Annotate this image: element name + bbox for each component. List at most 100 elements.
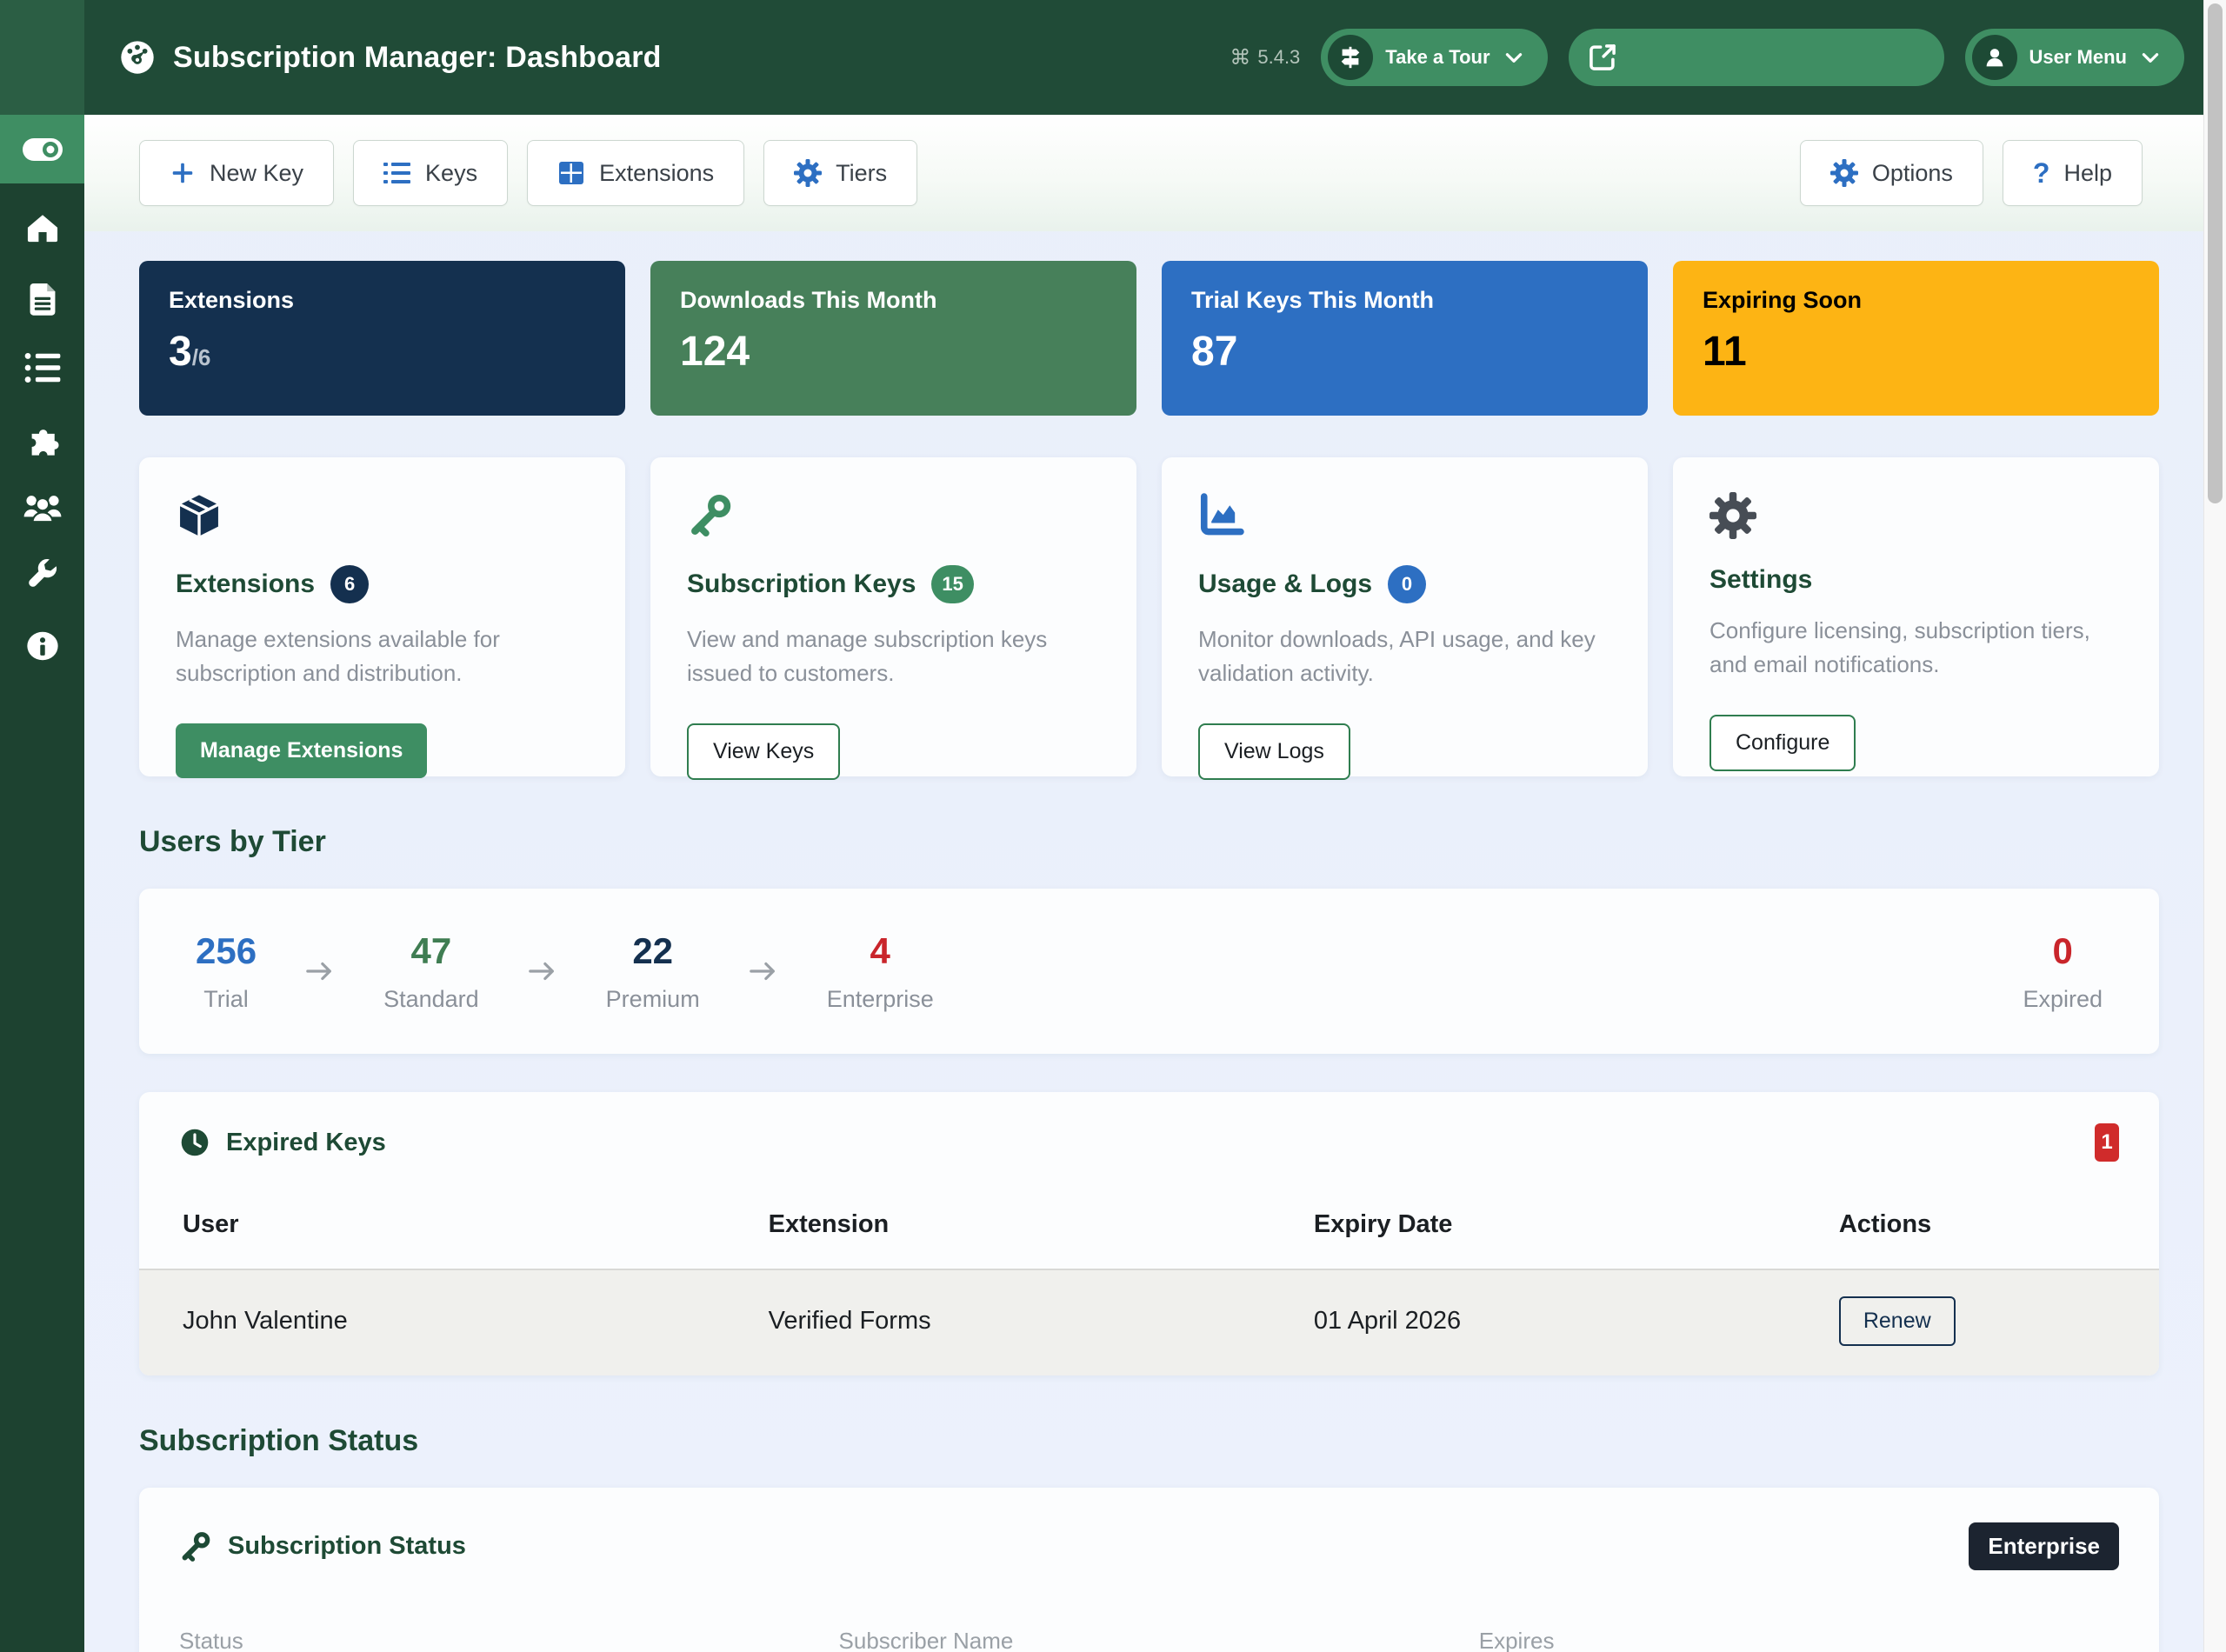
stat-card-expiring-soon[interactable]: Expiring Soon 11 xyxy=(1673,261,2159,416)
table-cells-icon xyxy=(557,160,585,186)
stat-label: Downloads This Month xyxy=(680,287,1107,314)
tier-label: Enterprise xyxy=(827,986,934,1013)
count-badge: 6 xyxy=(330,565,369,603)
tier-label: Expired xyxy=(2023,986,2103,1013)
joomla-version: ⌘ 5.4.3 xyxy=(1230,45,1300,70)
options-button[interactable]: Options xyxy=(1800,140,1983,206)
tier-trial: 256 Trial xyxy=(196,930,257,1013)
cell-expiry-date: 01 April 2026 xyxy=(1270,1269,1796,1376)
new-key-label: New Key xyxy=(210,160,303,187)
tier-label: Premium xyxy=(606,986,700,1013)
tier-premium: 22 Premium xyxy=(606,930,700,1013)
stat-value: 87 xyxy=(1191,328,1618,376)
sidebar-item-users[interactable] xyxy=(0,472,84,542)
field-status: Status Licence is Valid xyxy=(179,1628,839,1652)
cell-user: John Valentine xyxy=(139,1269,725,1376)
subscription-status-card-heading: Subscription Status xyxy=(228,1532,466,1561)
stat-label: Expiring Soon xyxy=(1703,287,2129,314)
tier-enterprise: 4 Enterprise xyxy=(827,930,934,1013)
puzzle-icon xyxy=(23,418,62,456)
cube-icon xyxy=(176,492,589,539)
wrench-icon xyxy=(24,558,61,595)
info-card-usage-logs: Usage & Logs 0 Monitor downloads, API us… xyxy=(1162,457,1648,776)
scrollbar-thumb[interactable] xyxy=(2208,3,2223,503)
options-label: Options xyxy=(1872,160,1953,187)
sidebar-item-list[interactable] xyxy=(0,333,84,403)
renew-button[interactable]: Renew xyxy=(1839,1296,1956,1346)
users-by-tier-card: 256 Trial 47 Standard 22 Premium 4 Enter… xyxy=(139,889,2159,1054)
keys-button[interactable]: Keys xyxy=(353,140,508,206)
view-logs-button[interactable]: View Logs xyxy=(1198,723,1350,780)
arrow-right-icon xyxy=(305,958,335,984)
sidebar-item-info[interactable] xyxy=(0,611,84,681)
list-icon xyxy=(383,161,411,185)
expired-keys-table: User Extension Expiry Date Actions John … xyxy=(139,1186,2159,1376)
sidebar-item-extensions[interactable] xyxy=(0,403,84,472)
stat-card-downloads[interactable]: Downloads This Month 124 xyxy=(650,261,1136,416)
sidebar-toggle-button[interactable] xyxy=(0,115,84,183)
table-row: John Valentine Verified Forms 01 April 2… xyxy=(139,1269,2159,1376)
sidebar-item-home[interactable] xyxy=(0,194,84,263)
info-card-settings: Settings Configure licensing, subscripti… xyxy=(1673,457,2159,776)
field-expires: Expires No expiry xyxy=(1479,1628,2119,1652)
users-icon xyxy=(23,490,63,524)
field-label: Status xyxy=(179,1628,839,1652)
joomla-logo-icon: ⌘ xyxy=(1230,45,1250,70)
help-button[interactable]: ? Help xyxy=(2003,140,2143,206)
extensions-button[interactable]: Extensions xyxy=(527,140,744,206)
plus-icon xyxy=(170,160,196,186)
page-title: Subscription Manager: Dashboard xyxy=(173,41,662,75)
chart-area-icon xyxy=(1198,492,1611,539)
user-icon xyxy=(1972,35,2017,80)
tier-count: 22 xyxy=(606,930,700,972)
info-card-title: Usage & Logs xyxy=(1198,570,1372,599)
field-label: Subscriber Name xyxy=(839,1628,1479,1652)
info-cards-row: Extensions 6 Manage extensions available… xyxy=(139,457,2159,776)
preview-site-button[interactable] xyxy=(1569,29,1944,86)
signpost-icon xyxy=(1328,35,1373,80)
configure-button[interactable]: Configure xyxy=(1709,715,1856,771)
home-icon xyxy=(24,210,61,247)
main-content: Extensions 3/6 Downloads This Month 124 … xyxy=(139,231,2159,1652)
clock-icon xyxy=(179,1127,210,1158)
tiers-label: Tiers xyxy=(836,160,887,187)
subscription-status-card: Subscription Status Enterprise Status Li… xyxy=(139,1488,2159,1652)
manage-extensions-button[interactable]: Manage Extensions xyxy=(176,723,427,778)
sidebar xyxy=(0,0,84,1652)
list-icon xyxy=(23,351,62,384)
scrollbar-track[interactable] xyxy=(2203,0,2226,1652)
info-card-description: View and manage subscription keys issued… xyxy=(687,623,1100,690)
cell-actions: Renew xyxy=(1796,1269,2159,1376)
arrow-right-icon xyxy=(749,958,778,984)
count-badge: 15 xyxy=(931,565,973,603)
view-keys-button[interactable]: View Keys xyxy=(687,723,840,780)
tier-label: Trial xyxy=(196,986,257,1013)
stat-card-trial-keys[interactable]: Trial Keys This Month 87 xyxy=(1162,261,1648,416)
enterprise-tier-badge: Enterprise xyxy=(1969,1522,2119,1570)
external-link-icon xyxy=(1586,41,1619,74)
toggle-on-icon xyxy=(23,137,63,163)
stat-cards-row: Extensions 3/6 Downloads This Month 124 … xyxy=(139,261,2159,416)
chevron-down-icon xyxy=(1503,46,1525,69)
sidebar-item-tools[interactable] xyxy=(0,542,84,611)
sidebar-item-documents[interactable] xyxy=(0,263,84,333)
tier-count: 4 xyxy=(827,930,934,972)
file-icon xyxy=(26,280,59,316)
info-card-title: Subscription Keys xyxy=(687,570,916,599)
expired-count-badge: 1 xyxy=(2095,1123,2119,1162)
version-number: 5.4.3 xyxy=(1257,46,1300,69)
stat-value: 3 xyxy=(169,329,192,375)
users-by-tier-heading: Users by Tier xyxy=(139,825,2159,859)
take-a-tour-button[interactable]: Take a Tour xyxy=(1321,29,1547,86)
expired-keys-heading: Expired Keys xyxy=(226,1129,386,1157)
column-header-user[interactable]: User xyxy=(139,1186,725,1269)
new-key-button[interactable]: New Key xyxy=(139,140,334,206)
sidebar-nav xyxy=(0,183,84,681)
user-menu-button[interactable]: User Menu xyxy=(1965,29,2184,86)
stat-card-extensions[interactable]: Extensions 3/6 xyxy=(139,261,625,416)
stat-label: Extensions xyxy=(169,287,596,314)
column-header-expiry-date[interactable]: Expiry Date xyxy=(1270,1186,1796,1269)
count-badge: 0 xyxy=(1388,565,1426,603)
tiers-button[interactable]: Tiers xyxy=(763,140,917,206)
column-header-extension[interactable]: Extension xyxy=(725,1186,1270,1269)
